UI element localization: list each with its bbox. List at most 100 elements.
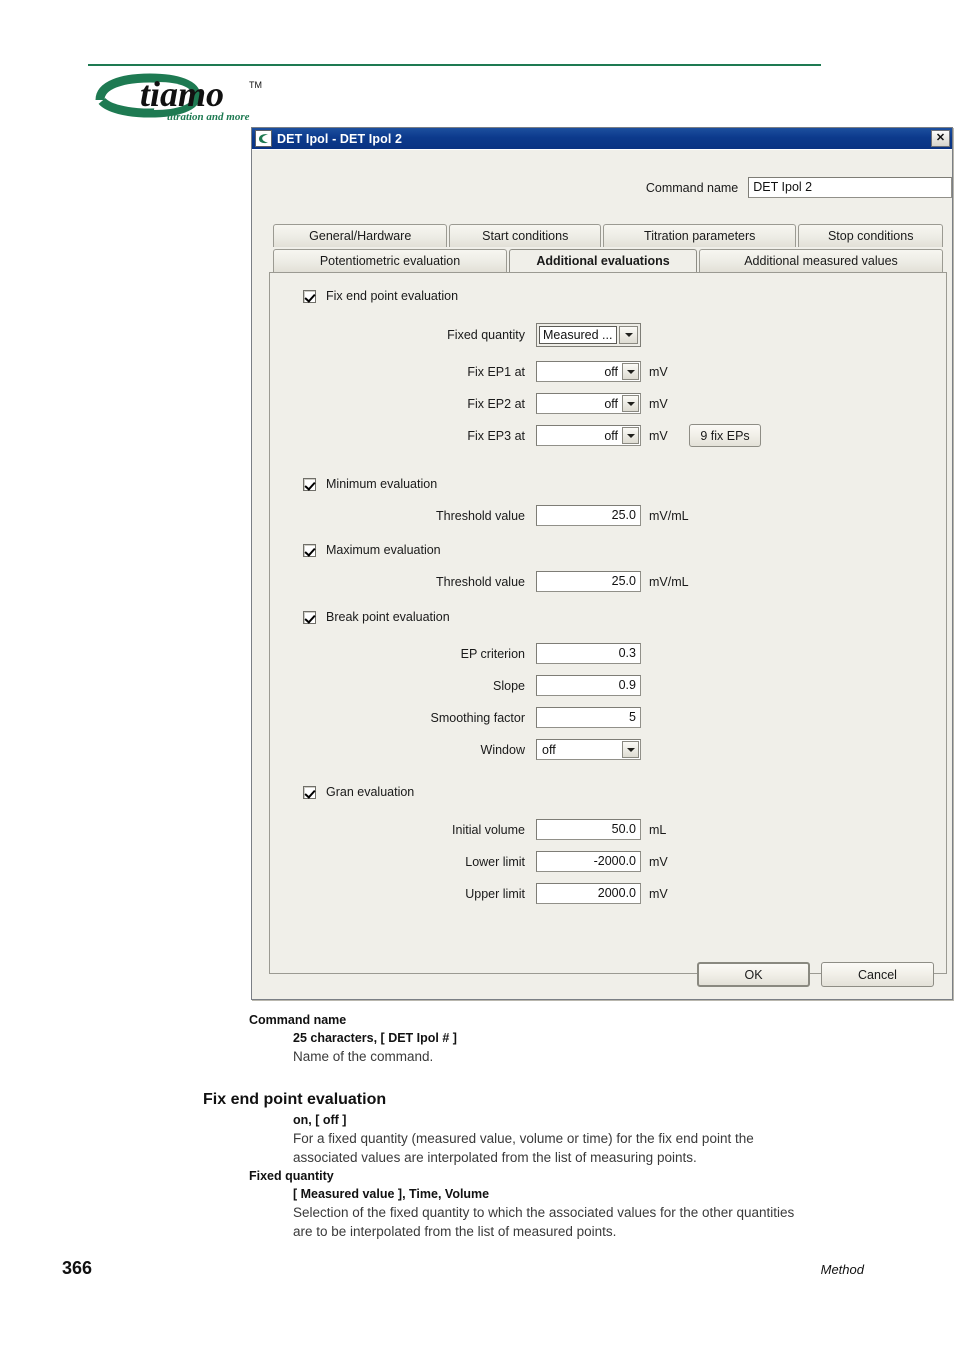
page-footer: 366 Method <box>0 1258 954 1279</box>
svg-text:TM: TM <box>249 80 262 90</box>
ep-criterion-row: EP criterion 0.3 <box>269 643 947 664</box>
fix-ep1-label: Fix EP1 at <box>467 364 525 379</box>
tiamo-app-icon <box>255 130 272 147</box>
fixed-quantity-value: Measured ... <box>539 326 617 344</box>
maximum-evaluation-label: Maximum evaluation <box>326 543 441 557</box>
checkbox-icon <box>303 477 316 491</box>
minimum-threshold-input[interactable]: 25.0 <box>536 505 641 526</box>
tab-general-hardware[interactable]: General/Hardware <box>273 224 448 247</box>
fix-ep1-select[interactable]: off <box>536 361 641 382</box>
chevron-down-icon[interactable] <box>619 326 638 344</box>
checkbox-icon <box>303 610 316 624</box>
tab-start-conditions[interactable]: Start conditions <box>449 224 602 247</box>
fix-ep2-select[interactable]: off <box>536 393 641 414</box>
doc-values-fix-end-point: on, [ off ] <box>293 1112 347 1127</box>
chevron-down-icon[interactable] <box>622 741 639 758</box>
fix-ep3-label: Fix EP3 at <box>467 428 525 443</box>
tiamo-logo: tiamo TM titration and more <box>92 72 312 128</box>
minimum-threshold-label: Threshold value <box>436 508 525 523</box>
slope-input[interactable]: 0.9 <box>536 675 641 696</box>
svg-text:tiamo: tiamo <box>140 74 224 114</box>
tab-titration-parameters[interactable]: Titration parameters <box>603 224 797 247</box>
minimum-evaluation-checkbox[interactable]: Minimum evaluation <box>303 477 437 491</box>
smoothing-factor-label: Smoothing factor <box>430 710 526 725</box>
tab-stop-conditions[interactable]: Stop conditions <box>798 224 943 247</box>
slope-label: Slope <box>493 678 525 693</box>
initial-volume-unit: mL <box>649 822 667 837</box>
initial-volume-row: Initial volume 50.0 mL <box>269 819 947 840</box>
chevron-down-icon[interactable] <box>622 395 639 412</box>
command-name-row: Command name DET Ipol 2 <box>252 177 952 198</box>
tab-row-1: General/Hardware Start conditions Titrat… <box>273 224 943 247</box>
maximum-evaluation-checkbox[interactable]: Maximum evaluation <box>303 543 441 557</box>
slope-row: Slope 0.9 <box>269 675 947 696</box>
minimum-threshold-row: Threshold value 25.0 mV/mL <box>269 505 947 526</box>
fix-ep3-select[interactable]: off <box>536 425 641 446</box>
ep-criterion-label: EP criterion <box>460 646 525 661</box>
doc-values-fixed-quantity: [ Measured value ], Time, Volume <box>293 1186 490 1201</box>
fix-end-point-evaluation-checkbox[interactable]: Fix end point evaluation <box>303 289 458 303</box>
minimum-threshold-unit: mV/mL <box>649 508 689 523</box>
upper-limit-row: Upper limit 2000.0 mV <box>269 883 947 904</box>
fix-ep2-row: Fix EP2 at off mV <box>269 393 947 414</box>
fix-ep3-row: Fix EP3 at off mV 9 fix EPs <box>269 424 947 447</box>
fixed-quantity-row: Fixed quantity Measured ... <box>269 323 947 347</box>
doc-desc-fixed-quantity: Selection of the fixed quantity to which… <box>293 1204 795 1240</box>
footer-section-label: Method <box>820 1262 864 1277</box>
doc-desc-fix-end-point: For a fixed quantity (measured value, vo… <box>293 1130 754 1166</box>
checkbox-icon <box>303 543 316 557</box>
minimum-evaluation-label: Minimum evaluation <box>326 477 438 491</box>
break-point-evaluation-checkbox[interactable]: Break point evaluation <box>303 610 450 624</box>
fix-ep3-value: off <box>604 428 618 443</box>
gran-evaluation-checkbox[interactable]: Gran evaluation <box>303 785 414 799</box>
tab-potentiometric-evaluation[interactable]: Potentiometric evaluation <box>273 249 507 272</box>
dialog-titlebar[interactable]: DET Ipol - DET Ipol 2 ✕ <box>252 128 952 149</box>
chevron-down-icon[interactable] <box>622 363 639 380</box>
upper-limit-input[interactable]: 2000.0 <box>536 883 641 904</box>
chevron-down-icon[interactable] <box>622 427 639 444</box>
documentation-body: Command name 25 characters, [ DET Ipol #… <box>0 1012 954 1242</box>
gran-evaluation-label: Gran evaluation <box>326 785 415 799</box>
ok-button[interactable]: OK <box>697 962 810 987</box>
fixed-quantity-select[interactable]: Measured ... <box>536 323 641 347</box>
nine-fix-eps-button[interactable]: 9 fix EPs <box>689 424 761 447</box>
fix-end-point-evaluation-label: Fix end point evaluation <box>326 289 459 303</box>
tab-bar: General/Hardware Start conditions Titrat… <box>273 224 943 272</box>
dialog-footer: OK Cancel <box>252 962 952 987</box>
tab-additional-measured-values[interactable]: Additional measured values <box>699 249 943 272</box>
checkbox-icon <box>303 289 316 303</box>
doc-values-command-name: 25 characters, [ DET Ipol # ] <box>293 1031 457 1045</box>
window-select[interactable]: off <box>536 739 641 760</box>
initial-volume-label: Initial volume <box>452 822 525 837</box>
lower-limit-row: Lower limit -2000.0 mV <box>269 851 947 872</box>
cancel-button[interactable]: Cancel <box>821 962 934 987</box>
doc-heading-fix-end-point: Fix end point evaluation <box>203 1090 387 1108</box>
lower-limit-input[interactable]: -2000.0 <box>536 851 641 872</box>
doc-term-command-name: Command name <box>249 1013 347 1027</box>
ep-criterion-input[interactable]: 0.3 <box>536 643 641 664</box>
maximum-threshold-input[interactable]: 25.0 <box>536 571 641 592</box>
doc-term-fixed-quantity: Fixed quantity <box>249 1168 334 1183</box>
command-name-input[interactable]: DET Ipol 2 <box>748 177 952 198</box>
tab-row-2: Potentiometric evaluation Additional eva… <box>273 249 943 272</box>
window-value: off <box>542 742 556 757</box>
tab-additional-evaluations[interactable]: Additional evaluations <box>509 249 697 272</box>
fix-ep2-value: off <box>604 396 618 411</box>
svg-text:titration and more: titration and more <box>167 111 250 123</box>
fix-ep1-value: off <box>604 364 618 379</box>
lower-limit-unit: mV <box>649 854 668 869</box>
fix-ep1-row: Fix EP1 at off mV <box>269 361 947 382</box>
fix-ep2-unit: mV <box>649 396 668 411</box>
smoothing-factor-input[interactable]: 5 <box>536 707 641 728</box>
smoothing-factor-row: Smoothing factor 5 <box>269 707 947 728</box>
fix-ep1-unit: mV <box>649 364 668 379</box>
close-icon[interactable]: ✕ <box>931 130 950 147</box>
checkbox-icon <box>303 785 316 799</box>
break-point-evaluation-label: Break point evaluation <box>326 610 450 624</box>
window-label: Window <box>480 742 525 757</box>
upper-limit-unit: mV <box>649 886 668 901</box>
header-rule <box>88 64 821 66</box>
lower-limit-label: Lower limit <box>465 854 525 869</box>
initial-volume-input[interactable]: 50.0 <box>536 819 641 840</box>
maximum-threshold-row: Threshold value 25.0 mV/mL <box>269 571 947 592</box>
